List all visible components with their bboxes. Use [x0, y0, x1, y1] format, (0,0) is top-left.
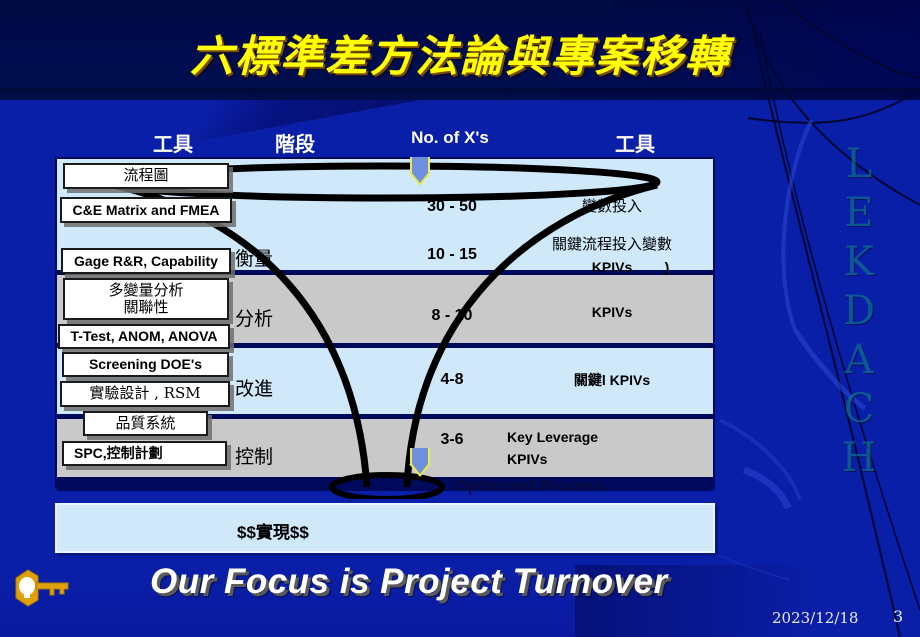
money-result-label: $$實現$$ — [237, 523, 309, 542]
toolbox-doe-rsm[interactable]: 實驗設計 , RSM — [60, 381, 230, 407]
output-label-kpivs-analyze: KPIVs — [591, 304, 633, 320]
column-headers: 工具 階段 No. of X's 工具 — [55, 128, 715, 156]
stage-label-improve: 改進 — [235, 378, 274, 400]
toolbox-label: T-Test, ANOM, ANOVA — [70, 328, 218, 345]
toolbox-label: 流程圖 — [123, 166, 169, 185]
watermark-letter: L — [845, 141, 873, 187]
stage-label-analyze: 分析 — [235, 308, 274, 330]
footer-tagline: Our Focus is Project Turnover — [150, 562, 668, 601]
stage-label-measure: 衡量 — [235, 248, 274, 270]
money-result-box: $$實現$$ — [55, 503, 715, 553]
footer-date: 2023/12/18 — [772, 609, 859, 627]
watermark-letter: A — [844, 337, 874, 383]
footer-page-number: 3 — [893, 607, 904, 626]
watermark-letter: E — [844, 190, 874, 236]
watermark-letters: L E K D A C H — [828, 140, 890, 483]
watermark-letter: C — [843, 386, 875, 432]
output-line-2: KPIVs — [507, 450, 548, 467]
key-icon — [15, 569, 69, 607]
toolbox-label: 品質系統 — [115, 413, 176, 432]
output-label-key-kpivs: 關鍵l KPIVs — [573, 372, 651, 388]
xcount-3-6: 3-6 — [440, 431, 464, 448]
watermark-letter: K — [844, 239, 874, 285]
toolbox-label: 實驗設計 , RSM — [89, 384, 201, 403]
toolbox-gage-rr-capability[interactable]: Gage R&R, Capability — [61, 248, 231, 274]
toolbox-multivariate-analysis[interactable]: 多變量分析 關聯性 — [63, 278, 229, 320]
output-label-kpivs-measure: KPIVs — [591, 259, 633, 275]
toolbox-label: C&E Matrix and FMEA — [72, 201, 220, 218]
stage-label-control: 控制 — [235, 446, 274, 468]
toolbox-t-test-anom-anova[interactable]: T-Test, ANOM, ANOVA — [58, 324, 230, 349]
output-label-variables: 變數投入 — [581, 197, 642, 215]
toolbox-screening-does[interactable]: Screening DOE's — [62, 352, 229, 377]
header-stage: 階段 — [275, 132, 315, 156]
output-label-key-leverage-kpivs: Key Leverage KPIVs — [507, 427, 707, 470]
toolbox-process-map[interactable]: 流程圖 — [63, 163, 229, 189]
toolbox-quality-system[interactable]: 品質系統 — [83, 411, 208, 436]
header-tools-right: 工具 — [615, 132, 655, 156]
output-line-1: Key Leverage — [507, 429, 599, 445]
arrow-down-top-icon — [409, 157, 431, 186]
output-label-paren: ) — [664, 259, 670, 275]
toolbox-label: Screening DOE's — [88, 356, 203, 373]
toolbox-ce-matrix-fmea[interactable]: C&E Matrix and FMEA — [60, 197, 232, 223]
toolbox-label-line1: 多變量分析 — [108, 280, 184, 299]
band-separator-bottom — [57, 477, 713, 491]
optimized-process-label: Optimized Process — [455, 478, 605, 495]
slide-canvas: 六標準差方法論與專案移轉 L E K D A C H 工具 階段 No. of … — [0, 0, 920, 637]
toolbox-spc-control-plan[interactable]: SPC,控制計劃 — [62, 441, 227, 466]
toolbox-label: Gage R&R, Capability — [74, 252, 218, 269]
header-no-of-xs: No. of X's — [411, 128, 489, 147]
arrow-down-bottom-icon — [409, 448, 431, 477]
title-band-shadow — [0, 88, 920, 102]
output-label-key-process-inputs: 關鍵流程投入變數 — [551, 235, 672, 253]
toolbox-label: SPC,控制計劃 — [74, 445, 163, 462]
watermark-letter: H — [841, 435, 877, 481]
watermark-letter: D — [842, 288, 876, 334]
toolbox-label-line2: 關聯性 — [123, 298, 169, 316]
header-tools-left: 工具 — [153, 132, 193, 156]
page-title: 六標準差方法論與專案移轉 — [190, 32, 730, 82]
